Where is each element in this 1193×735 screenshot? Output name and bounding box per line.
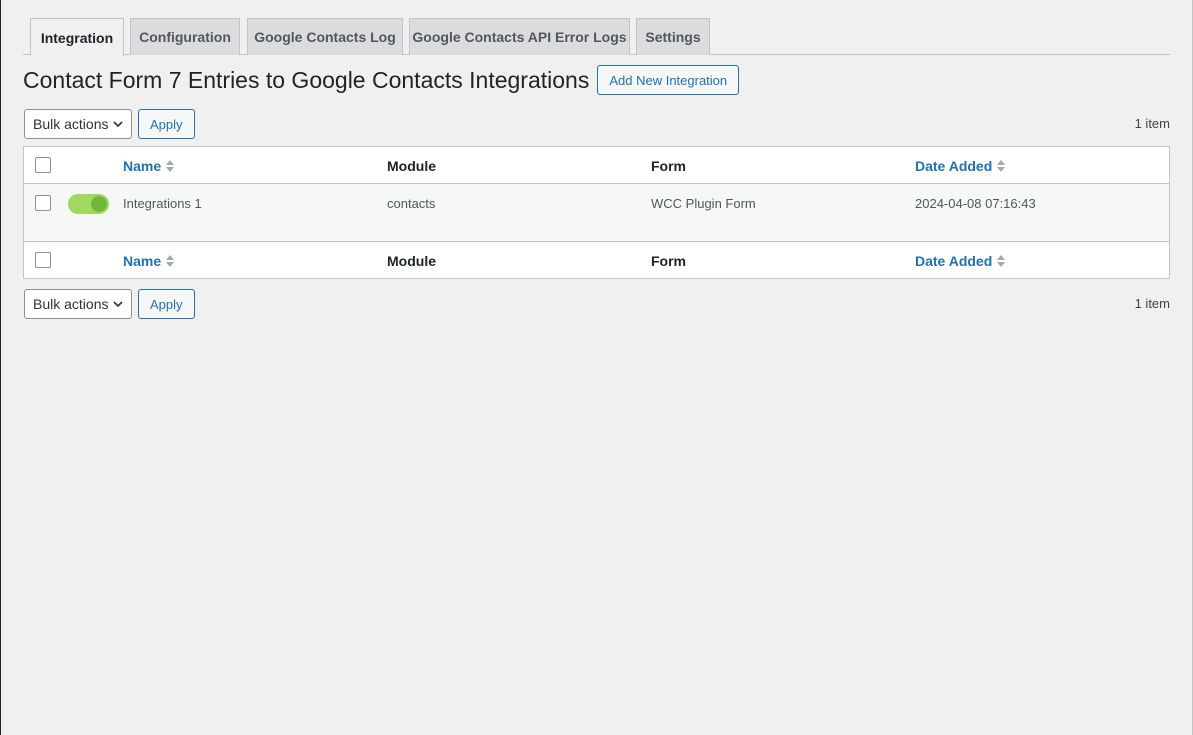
window-left-border — [0, 0, 1, 735]
heading-row: Contact Form 7 Entries to Google Contact… — [23, 65, 740, 95]
column-header-form: Form — [651, 158, 686, 174]
column-footer-name[interactable]: Name — [123, 253, 175, 269]
row-checkbox[interactable] — [35, 195, 51, 211]
bulk-actions-label: Bulk actions — [33, 296, 109, 312]
column-name-label: Name — [123, 158, 162, 174]
cell-date-added: 2024-04-08 07:16:43 — [915, 196, 1036, 211]
sort-icon — [166, 255, 175, 267]
column-footer-date-added[interactable]: Date Added — [915, 253, 1006, 269]
column-date-added-label: Date Added — [915, 253, 993, 269]
main-content: Integration Configuration Google Contact… — [23, 18, 1170, 319]
tablenav-bottom: Bulk actions Apply 1 item — [23, 289, 1170, 319]
tablenav-top: Bulk actions Apply 1 item — [23, 109, 1170, 139]
bulk-actions-label: Bulk actions — [33, 116, 109, 132]
chevron-down-icon — [113, 301, 123, 308]
column-footer-form: Form — [651, 253, 686, 269]
cell-module: contacts — [387, 196, 436, 211]
select-all-checkbox[interactable] — [35, 157, 51, 173]
sort-icon — [997, 160, 1006, 172]
nav-tabs: Integration Configuration Google Contact… — [23, 18, 1170, 56]
integration-enabled-toggle[interactable] — [68, 194, 109, 214]
column-footer-module: Module — [387, 253, 436, 269]
bulk-actions-select-bottom[interactable]: Bulk actions — [24, 289, 132, 319]
tab-google-contacts-api-error-logs[interactable]: Google Contacts API Error Logs — [409, 18, 630, 55]
tab-google-contacts-log[interactable]: Google Contacts Log — [247, 18, 403, 55]
column-name-label: Name — [123, 253, 162, 269]
tab-integration[interactable]: Integration — [30, 18, 124, 56]
toggle-knob — [91, 196, 107, 212]
column-header-name[interactable]: Name — [123, 158, 175, 174]
sort-icon — [166, 160, 175, 172]
integrations-table: Name Module Form Date Added Integrations… — [23, 146, 1170, 279]
add-new-integration-button[interactable]: Add New Integration — [597, 65, 740, 95]
table-footer: Name Module Form Date Added — [24, 241, 1169, 278]
chevron-down-icon — [113, 121, 123, 128]
select-all-checkbox-footer[interactable] — [35, 252, 51, 268]
items-count-bottom: 1 item — [1134, 296, 1170, 311]
sort-icon — [997, 255, 1006, 267]
cell-form: WCC Plugin Form — [651, 196, 756, 211]
column-date-added-label: Date Added — [915, 158, 993, 174]
column-header-module: Module — [387, 158, 436, 174]
items-count: 1 item — [1134, 116, 1170, 131]
apply-button-bottom[interactable]: Apply — [138, 289, 195, 319]
page-title: Contact Form 7 Entries to Google Contact… — [23, 66, 590, 93]
column-header-date-added[interactable]: Date Added — [915, 158, 1006, 174]
tab-settings[interactable]: Settings — [636, 18, 710, 55]
table-header: Name Module Form Date Added — [24, 147, 1169, 184]
tab-configuration[interactable]: Configuration — [130, 18, 240, 55]
cell-name: Integrations 1 — [123, 196, 202, 211]
table-row: Integrations 1 contacts WCC Plugin Form … — [24, 184, 1169, 241]
apply-button[interactable]: Apply — [138, 109, 195, 139]
bulk-actions-select[interactable]: Bulk actions — [24, 109, 132, 139]
